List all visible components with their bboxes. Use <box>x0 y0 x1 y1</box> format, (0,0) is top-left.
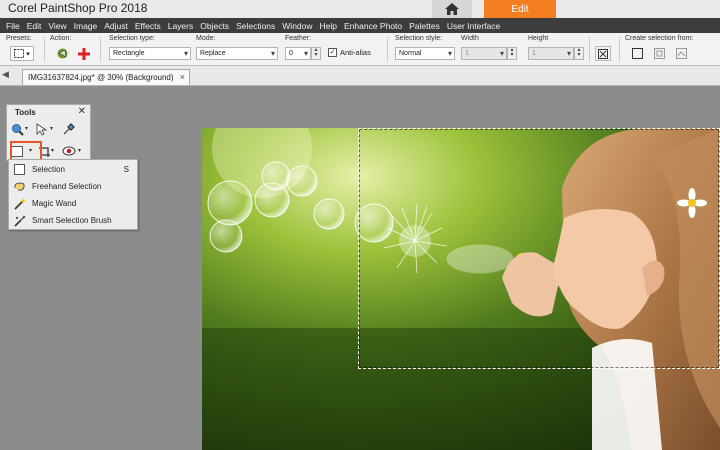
smart-brush-icon <box>12 214 26 228</box>
apply-button[interactable] <box>595 46 611 61</box>
height-spinner[interactable]: ▴ ▾ <box>574 47 584 60</box>
tools-panel: Tools ✕ ▾ ▾ ▾ ▾ ▾ <box>6 104 91 161</box>
layer-selection-icon <box>631 48 643 59</box>
separator <box>44 37 45 62</box>
feather-spinner[interactable]: ▴ ▾ <box>311 47 321 60</box>
flyout-item-magic-wand[interactable]: Magic Wand <box>9 195 137 212</box>
presets-dropdown[interactable]: ▾ <box>10 46 34 61</box>
selection-style-label: Selection style: <box>395 35 443 42</box>
close-icon[interactable]: ✕ <box>78 106 86 117</box>
flyout-item-label: Magic Wand <box>32 199 77 208</box>
selection-style-dropdown[interactable]: Normal <box>395 47 455 60</box>
selection-type-dropdown[interactable]: Rectangle <box>109 47 191 60</box>
image-selection-icon <box>675 48 687 59</box>
pick-tool[interactable] <box>34 122 48 136</box>
tab-scroll-left-icon[interactable]: ◀ <box>2 69 12 83</box>
menu-effects[interactable]: Effects <box>135 21 161 31</box>
layers-selection-icon <box>653 48 665 59</box>
width-spinner[interactable]: ▴ ▾ <box>507 47 517 60</box>
flyout-item-freehand-selection[interactable]: Freehand Selection <box>9 178 137 195</box>
selection-tool-highlight <box>10 141 42 161</box>
antialias-label: Anti-alias <box>340 48 371 57</box>
menu-file[interactable]: File <box>6 21 20 31</box>
chevron-down-icon[interactable]: ▾ <box>25 125 28 132</box>
dropper-icon <box>63 122 75 134</box>
document-tab-bar: ◀ IMG31637824.jpg* @ 30% (Background) × <box>0 66 720 86</box>
chevron-down-icon[interactable]: ▾ <box>78 147 81 154</box>
width-label: Width <box>461 35 479 42</box>
menu-view[interactable]: View <box>48 21 66 31</box>
mode-label: Mode: <box>196 35 216 42</box>
menu-window[interactable]: Window <box>282 21 312 31</box>
flyout-item-label: Smart Selection Brush <box>32 216 112 225</box>
tool-options-bar: Presets: ▾ Action: Selection type: Recta… <box>0 33 720 66</box>
flyout-item-label: Freehand Selection <box>32 182 102 191</box>
mode-dropdown[interactable]: Replace <box>196 47 278 60</box>
create-from-image-button[interactable] <box>673 46 689 61</box>
chevron-down-icon[interactable]: ▾ <box>50 125 53 132</box>
apply-icon <box>598 48 608 59</box>
dropper-tool[interactable] <box>61 122 75 136</box>
create-from-layer-button[interactable] <box>629 46 645 61</box>
title-bar: Corel PaintShop Pro 2018 Edit <box>0 0 720 18</box>
menu-objects[interactable]: Objects <box>200 21 229 31</box>
create-from-all-layers-button[interactable] <box>651 46 667 61</box>
height-label: Height <box>528 35 549 42</box>
menu-selections[interactable]: Selections <box>236 21 275 31</box>
feather-input[interactable]: 0 <box>285 47 311 60</box>
app-title: Corel PaintShop Pro 2018 <box>8 1 148 15</box>
menu-layers[interactable]: Layers <box>168 21 194 31</box>
document-tab[interactable]: IMG31637824.jpg* @ 30% (Background) × <box>22 69 190 85</box>
menu-palettes[interactable]: Palettes <box>409 21 440 31</box>
rect-selection-icon <box>14 49 25 58</box>
menu-bar: File Edit View Image Adjust Effects Laye… <box>0 18 720 33</box>
freehand-selection-icon <box>12 180 26 194</box>
close-icon[interactable]: × <box>180 70 185 85</box>
home-icon <box>445 3 459 15</box>
selection-type-label: Selection type: <box>109 35 155 42</box>
menu-edit[interactable]: Edit <box>27 21 42 31</box>
feather-label: Feather: <box>285 35 312 42</box>
presets-label: Presets: <box>6 35 32 42</box>
height-input[interactable]: 1 <box>528 47 574 60</box>
menu-help[interactable]: Help <box>320 21 337 31</box>
magic-wand-icon <box>12 197 26 211</box>
edit-tab[interactable]: Edit <box>484 0 556 18</box>
selection-tools-flyout: Selection S Freehand Selection Magic Wan… <box>8 159 138 230</box>
action-select-all-button[interactable] <box>54 46 70 61</box>
selection-marquee <box>358 128 720 369</box>
menu-user-interface[interactable]: User Interface <box>447 21 500 31</box>
flyout-item-selection[interactable]: Selection S <box>9 161 137 178</box>
select-all-icon <box>57 48 67 59</box>
menu-adjust[interactable]: Adjust <box>104 21 128 31</box>
separator <box>387 37 388 62</box>
zoom-tool[interactable] <box>10 122 24 136</box>
tools-panel-title: Tools <box>15 108 36 117</box>
document-tab-label: IMG31637824.jpg* @ 30% (Background) <box>28 73 174 82</box>
chevron-down-icon[interactable]: ▾ <box>51 147 54 154</box>
action-remove-button[interactable] <box>76 46 92 61</box>
eye-icon <box>62 146 76 156</box>
plus-icon <box>78 47 90 60</box>
menu-enhance-photo[interactable]: Enhance Photo <box>344 21 402 31</box>
antialias-checkbox[interactable]: ✓ <box>328 48 337 57</box>
pick-arrow-icon <box>36 122 47 136</box>
create-selection-label: Create selection from: <box>625 35 694 42</box>
separator <box>589 37 590 62</box>
separator <box>619 37 620 62</box>
flyout-item-smart-selection-brush[interactable]: Smart Selection Brush <box>9 212 137 229</box>
flyout-item-label: Selection <box>32 165 65 174</box>
menu-image[interactable]: Image <box>74 21 98 31</box>
width-input[interactable]: 1 <box>461 47 507 60</box>
zoom-icon <box>11 123 24 136</box>
shortcut-label: S <box>123 165 129 174</box>
separator <box>100 37 101 62</box>
rect-selection-icon <box>12 163 26 177</box>
action-label: Action: <box>50 35 72 42</box>
red-eye-tool[interactable] <box>62 144 76 158</box>
home-tab[interactable] <box>432 0 472 18</box>
